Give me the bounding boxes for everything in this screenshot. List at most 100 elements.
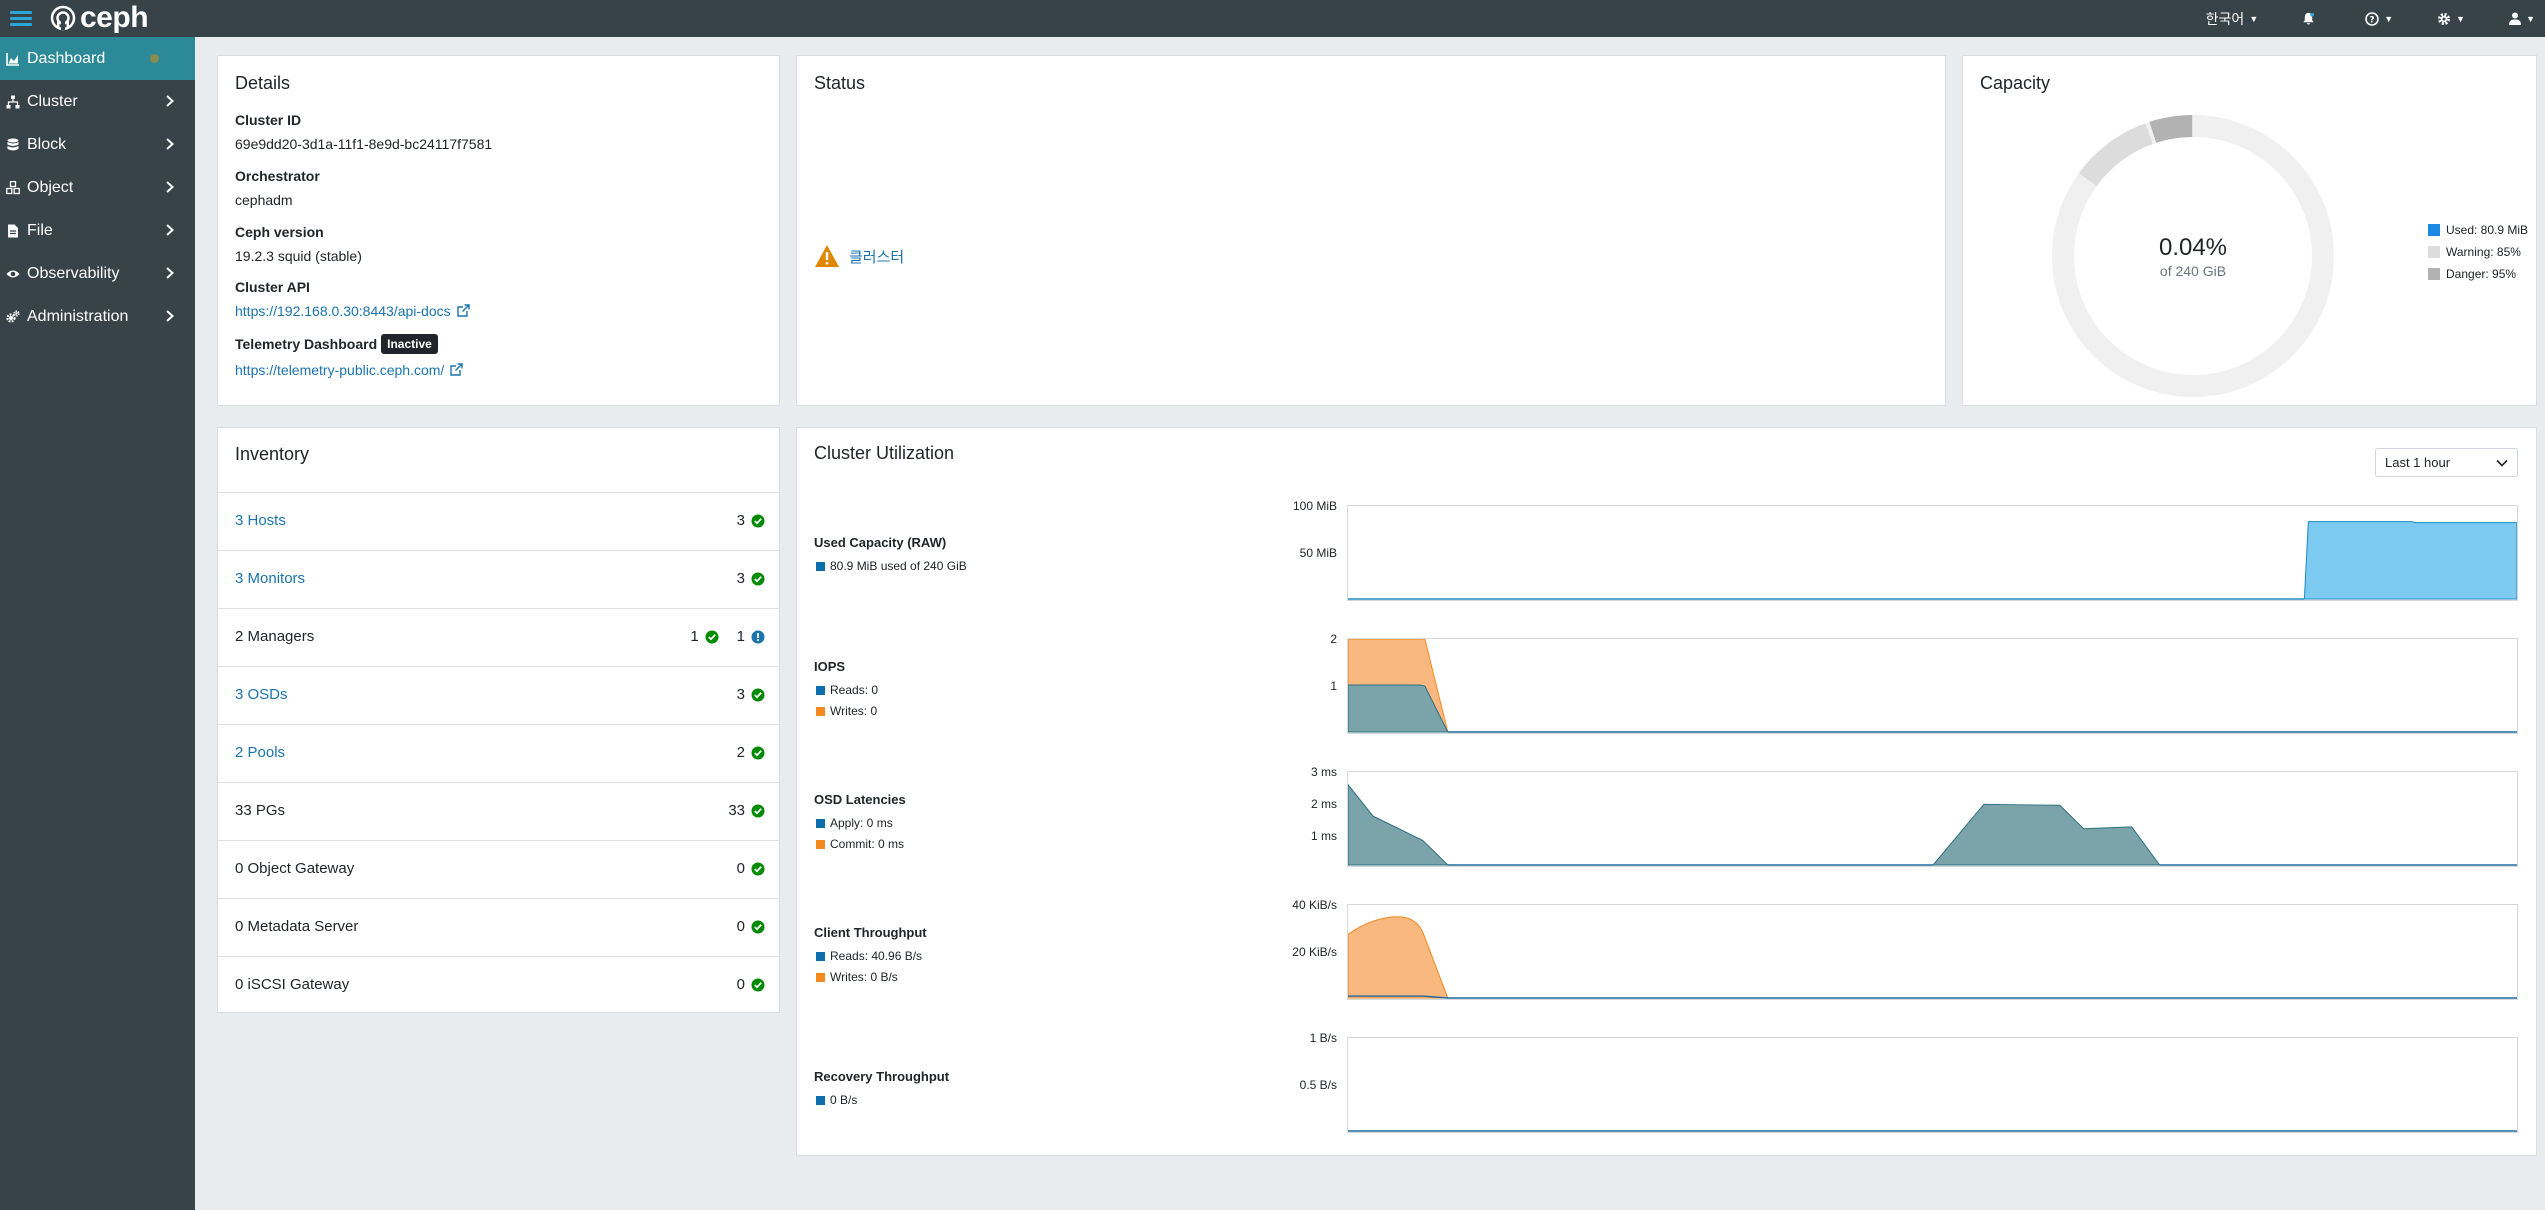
caret-down-icon: ▼ [2456, 13, 2466, 24]
legend-osd-apply[interactable]: Apply: 0 ms [816, 816, 893, 830]
card-title: Status [814, 73, 866, 93]
inventory-row-object-gateway: 0 Object Gateway 0 [218, 840, 779, 898]
menu-toggle-icon[interactable] [10, 8, 32, 28]
brand-text: ceph [80, 1, 149, 34]
sidebar-item-object[interactable]: Object [0, 166, 195, 209]
warning-icon [815, 245, 839, 267]
check-circle-icon [751, 572, 765, 585]
legend-client-reads[interactable]: Reads: 40.96 B/s [816, 949, 922, 963]
legend-iops-writes[interactable]: Writes: 0 [816, 704, 877, 718]
series-apply-area-2 [1931, 803, 2161, 866]
chart-svg [1348, 521, 2517, 600]
inventory-link-monitors[interactable]: 3 Monitors [235, 570, 305, 587]
ceph-version-label: Ceph version [235, 224, 324, 240]
inventory-row-pools: 2 Pools 2 [218, 724, 779, 782]
sidebar-item-block[interactable]: Block [0, 123, 195, 166]
status-warning-link[interactable]: 클러스터 [849, 246, 904, 267]
metric-title-client-throughput: Client Throughput [814, 925, 927, 940]
inventory-label-pgs: 33 PGs [235, 802, 286, 819]
inventory-row-pgs: 33 PGs 33 [218, 782, 779, 840]
external-link-icon[interactable] [456, 304, 470, 317]
orchestrator-label: Orchestrator [235, 168, 320, 184]
database-icon [7, 138, 19, 150]
y-tick: 3 ms [1310, 765, 1337, 779]
legend-swatch [816, 1095, 825, 1105]
gear-icon [2438, 12, 2451, 25]
legend-label: Reads: 0 [830, 683, 879, 697]
brand-logo[interactable]: ceph [50, 1, 149, 34]
inventory-count: 33 [728, 802, 745, 819]
inventory-row-hosts: 3 Hosts 3 [218, 492, 779, 550]
legend-item-warning[interactable]: Warning: 85% [2428, 241, 2528, 263]
check-circle-icon [751, 862, 765, 875]
help-button[interactable]: ? ▼ [2365, 11, 2393, 26]
metric-title-osd-latencies: OSD Latencies [814, 792, 906, 807]
inventory-label-object-gateway: 0 Object Gateway [235, 860, 355, 877]
chevron-right-icon [166, 310, 174, 322]
sidebar-item-label: File [27, 221, 53, 239]
legend-iops-reads[interactable]: Reads: 0 [816, 683, 878, 697]
chevron-right-icon [166, 138, 174, 150]
series-apply-area-1 [1348, 783, 1450, 866]
inventory-count: 0 [736, 918, 745, 935]
inventory-link-pools[interactable]: 2 Pools [235, 744, 285, 761]
legend-swatch [2428, 224, 2440, 236]
legend-swatch [816, 839, 825, 849]
time-range-value: Last 1 hour [2385, 455, 2451, 470]
capacity-card: Capacity 0.04% of 240 GiB Used: 80.9 MiB… [1962, 55, 2537, 406]
chart-svg [1348, 639, 2517, 733]
telemetry-link[interactable]: https://telemetry-public.ceph.com/ [235, 362, 444, 378]
y-tick: 100 MiB [1292, 499, 1337, 513]
check-circle-icon [751, 978, 765, 991]
inventory-row-iscsi-gateway: 0 iSCSI Gateway 0 [218, 956, 779, 1014]
chevron-right-icon [166, 267, 174, 279]
user-menu-button[interactable]: ▼ [2509, 12, 2535, 25]
inventory-label-managers: 2 Managers [235, 628, 315, 645]
sidebar-item-administration[interactable]: Administration [0, 295, 195, 338]
y-tick: 0.5 B/s [1299, 1078, 1337, 1092]
external-link-icon[interactable] [450, 363, 464, 376]
y-tick: 50 MiB [1299, 546, 1337, 560]
legend-label: Reads: 40.96 B/s [830, 949, 923, 963]
legend-client-writes[interactable]: Writes: 0 B/s [816, 970, 898, 984]
chart-client-throughput [1347, 904, 2518, 1000]
cluster-api-link[interactable]: https://192.168.0.30:8443/api-docs [235, 303, 451, 319]
legend-used-capacity[interactable]: 80.9 MiB used of 240 GiB [816, 559, 967, 573]
sidebar-item-label: Dashboard [27, 49, 106, 67]
y-tick: 40 KiB/s [1292, 898, 1337, 912]
chart-svg [1348, 783, 2517, 866]
file-icon [8, 224, 18, 237]
inventory-row-monitors: 3 Monitors 3 [218, 550, 779, 608]
cluster-api-label: Cluster API [235, 279, 310, 295]
sidebar-item-observability[interactable]: Observability [0, 252, 195, 295]
inventory-count: 0 [736, 976, 745, 993]
sidebar-item-file[interactable]: File [0, 209, 195, 252]
legend-recovery[interactable]: 0 B/s [816, 1093, 857, 1107]
sidebar-item-label: Object [27, 178, 74, 196]
status-warning[interactable]: 클러스터 [814, 244, 904, 268]
legend-swatch [816, 972, 825, 982]
sidebar-item-dashboard[interactable]: Dashboard [0, 37, 195, 80]
legend-osd-commit[interactable]: Commit: 0 ms [816, 837, 904, 851]
inventory-link-hosts[interactable]: 3 Hosts [235, 512, 286, 529]
time-range-select[interactable]: Last 1 hour [2375, 448, 2518, 477]
sidebar-item-label: Block [27, 135, 67, 153]
info-circle-icon [751, 630, 765, 643]
telemetry-row: Telemetry Dashboard Inactive [235, 334, 438, 354]
donut-center: 0.04% of 240 GiB [2043, 106, 2343, 406]
settings-button[interactable]: ▼ [2437, 12, 2465, 26]
legend-item-used[interactable]: Used: 80.9 MiB [2428, 219, 2528, 241]
notifications-button[interactable] [2302, 12, 2315, 25]
check-circle-icon [751, 514, 765, 527]
capacity-total: of 240 GiB [2159, 262, 2227, 279]
sidebar-item-cluster[interactable]: Cluster [0, 80, 195, 123]
chart-area-icon [6, 52, 19, 66]
inventory-label-iscsi-gateway: 0 iSCSI Gateway [235, 976, 350, 993]
legend-item-danger[interactable]: Danger: 95% [2428, 263, 2528, 285]
user-icon [2509, 12, 2522, 25]
language-selector[interactable]: 한국어 ▼ [2206, 9, 2259, 29]
card-title: Details [235, 73, 291, 93]
cluster-utilization-card: Cluster Utilization Last 1 hour Used Cap… [796, 427, 2537, 1156]
inventory-link-osds[interactable]: 3 OSDs [235, 686, 288, 703]
legend-swatch [2428, 268, 2440, 280]
